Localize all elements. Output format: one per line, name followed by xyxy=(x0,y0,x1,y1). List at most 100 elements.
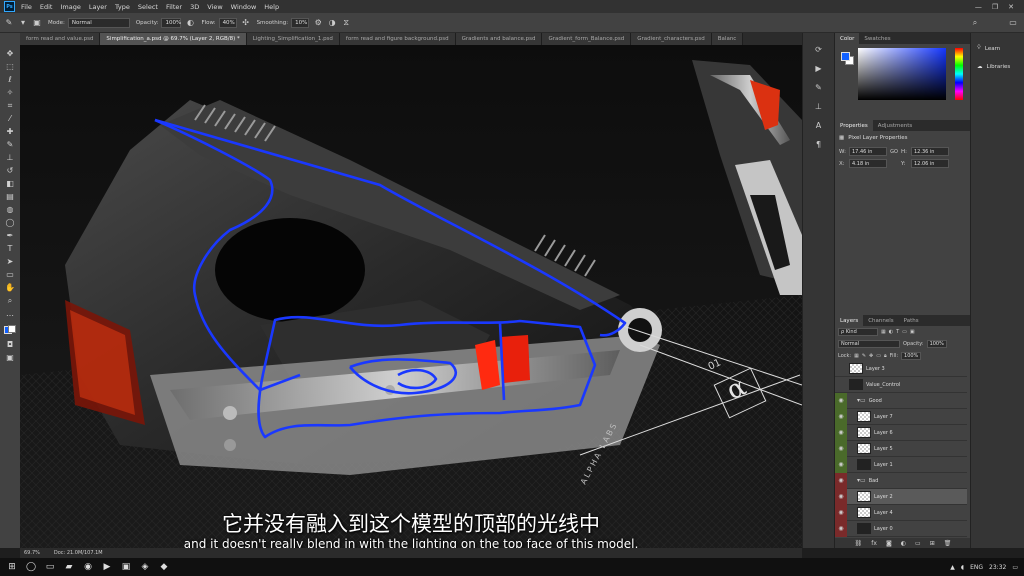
eye-icon[interactable]: ◉ xyxy=(835,408,847,425)
character-panel-icon[interactable]: A xyxy=(813,121,825,131)
add-mask-icon[interactable]: ◙ xyxy=(886,540,892,547)
blur-tool-icon[interactable]: ◍ xyxy=(4,205,16,214)
paragraph-panel-icon[interactable]: ¶ xyxy=(813,140,825,150)
marquee-tool-icon[interactable]: ⬚ xyxy=(4,62,16,71)
brush-settings-panel-icon[interactable]: ✎ xyxy=(813,83,825,93)
symmetry-icon[interactable]: ⧖ xyxy=(341,18,351,28)
volume-icon[interactable]: ◖ xyxy=(961,564,964,571)
color-picker-field[interactable] xyxy=(858,48,946,100)
tab-simplification-a[interactable]: Simplification_a.psd @ 69.7% (Layer 2, R… xyxy=(100,33,247,45)
layer-kind-filter[interactable]: ρ Kind xyxy=(838,328,878,336)
tab-form-read-figure-background[interactable]: form read and figure background.psd xyxy=(339,33,456,45)
menu-3d[interactable]: 3D xyxy=(190,3,199,11)
notifications-icon[interactable]: ▭ xyxy=(1012,564,1018,571)
crop-tool-icon[interactable]: ⌗ xyxy=(4,101,16,110)
tab-layers[interactable]: Layers xyxy=(835,315,864,326)
move-tool-icon[interactable]: ✥ xyxy=(4,49,16,58)
task-view-icon[interactable]: ▭ xyxy=(43,560,57,574)
eye-icon[interactable]: ◉ xyxy=(835,424,847,441)
delete-layer-icon[interactable]: 🗑︎ xyxy=(944,540,952,547)
y-field[interactable]: 12.06 in xyxy=(911,159,949,168)
layer-row-value-control[interactable]: Value_Control xyxy=(835,377,967,393)
tab-channels[interactable]: Channels xyxy=(863,315,898,326)
filter-adjust-icon[interactable]: ◐ xyxy=(889,329,893,335)
libraries-panel-button[interactable]: ☁ Libraries xyxy=(971,62,1024,72)
brush-preset-picker-icon[interactable]: ▾ xyxy=(18,18,28,28)
start-button-icon[interactable]: ⊞ xyxy=(5,560,19,574)
shape-tool-icon[interactable]: ▭ xyxy=(4,270,16,279)
link-dimensions-button[interactable]: GO xyxy=(889,149,899,155)
tab-form-read-and-value[interactable]: form read and value.psd xyxy=(20,33,101,45)
menu-file[interactable]: File xyxy=(21,3,32,11)
gradient-tool-icon[interactable]: ▤ xyxy=(4,192,16,201)
media-player-icon[interactable]: ▶ xyxy=(100,560,114,574)
menu-select[interactable]: Select xyxy=(138,3,158,11)
tab-gradients-and-balance[interactable]: Gradients and balance.psd xyxy=(455,33,543,45)
pressure-opacity-icon[interactable]: ◐ xyxy=(185,18,195,28)
brush-tool-icon[interactable]: ✎ xyxy=(4,140,16,149)
layer-opacity-field[interactable]: 100% xyxy=(926,340,947,348)
mode-select[interactable]: Normal xyxy=(67,17,130,28)
layer-row-layer-2[interactable]: ◉ Layer 2 xyxy=(835,488,967,505)
tab-properties[interactable]: Properties xyxy=(835,120,873,131)
lock-move-icon[interactable]: ✥ xyxy=(869,353,873,359)
lock-paint-icon[interactable]: ✎ xyxy=(862,353,866,359)
lasso-tool-icon[interactable]: ℓ xyxy=(4,75,16,84)
healing-brush-tool-icon[interactable]: ✚ xyxy=(4,127,16,136)
zoom-level[interactable]: 69.7% xyxy=(24,550,40,556)
hand-tool-icon[interactable]: ✋ xyxy=(4,283,16,292)
chrome-icon[interactable]: ◉ xyxy=(81,560,95,574)
eye-icon[interactable]: ◉ xyxy=(835,520,847,537)
smoothing-field[interactable]: 10% xyxy=(291,17,310,28)
menu-help[interactable]: Help xyxy=(264,3,279,11)
history-brush-tool-icon[interactable]: ↺ xyxy=(4,166,16,175)
eye-icon[interactable]: ◉ xyxy=(835,440,847,457)
layer-row-layer-5[interactable]: ◉ Layer 5 xyxy=(835,440,967,457)
brush-settings-icon[interactable]: ▣ xyxy=(32,18,42,28)
menu-image[interactable]: Image xyxy=(60,3,80,11)
tab-gradient-form-balance[interactable]: Gradient_form_Balance.psd xyxy=(542,33,632,45)
eye-icon[interactable]: ◉ xyxy=(835,488,847,505)
menu-view[interactable]: View xyxy=(207,3,222,11)
fill-field[interactable]: 100% xyxy=(901,352,922,360)
type-tool-icon[interactable]: T xyxy=(4,244,16,253)
lock-artboard-icon[interactable]: ▭ xyxy=(876,353,881,359)
foreground-color-chip[interactable] xyxy=(841,52,850,61)
workspace-icon[interactable]: ▭ xyxy=(1008,18,1018,28)
filter-type-icon[interactable]: T xyxy=(896,329,899,335)
filter-shape-icon[interactable]: ▭ xyxy=(902,329,907,335)
menu-filter[interactable]: Filter xyxy=(166,3,182,11)
app-icon-2[interactable]: ◆ xyxy=(157,560,171,574)
history-panel-icon[interactable]: ⟳ xyxy=(813,45,825,55)
width-field[interactable]: 17.46 in xyxy=(849,147,887,156)
dodge-tool-icon[interactable]: ◯ xyxy=(4,218,16,227)
menu-window[interactable]: Window xyxy=(231,3,257,11)
tab-color[interactable]: Color xyxy=(835,33,860,44)
layer-row-layer-1[interactable]: ◉ Layer 1 xyxy=(835,456,967,473)
maximize-button[interactable]: ❐ xyxy=(992,3,998,11)
menu-edit[interactable]: Edit xyxy=(40,3,53,11)
filter-pixel-icon[interactable]: ▦ xyxy=(881,329,886,335)
eyedropper-tool-icon[interactable]: ⁄ xyxy=(4,114,16,123)
eye-icon[interactable]: ◉ xyxy=(835,392,847,409)
tab-gradient-characters[interactable]: Gradient_characters.psd xyxy=(631,33,712,45)
x-field[interactable]: 4.18 in xyxy=(849,159,887,168)
brush-tool-icon[interactable]: ✎ xyxy=(4,18,14,28)
layer-group-good[interactable]: ◉ ▾▭ Good xyxy=(835,392,967,409)
learn-panel-button[interactable]: 💡︎ Learn xyxy=(971,43,1024,54)
menu-layer[interactable]: Layer xyxy=(89,3,107,11)
layer-row-layer-7[interactable]: ◉ Layer 7 xyxy=(835,408,967,425)
airbrush-icon[interactable]: ✣ xyxy=(241,18,251,28)
blend-mode-select[interactable]: Normal xyxy=(838,340,900,348)
screen-mode-icon[interactable]: ▣ xyxy=(4,353,16,362)
eye-icon[interactable]: ◉ xyxy=(835,504,847,521)
pressure-size-icon[interactable]: ◑ xyxy=(327,18,337,28)
new-group-icon[interactable]: ▭ xyxy=(915,540,921,547)
filter-smart-icon[interactable]: ▣ xyxy=(910,329,915,335)
clone-source-panel-icon[interactable]: ⊥ xyxy=(813,102,825,112)
hue-slider[interactable] xyxy=(955,48,963,100)
layer-group-bad[interactable]: ◉ ▾▭ Bad xyxy=(835,472,967,489)
tab-balance[interactable]: Balanc xyxy=(711,33,744,45)
clone-stamp-tool-icon[interactable]: ⊥ xyxy=(4,153,16,162)
lock-transparent-icon[interactable]: ▦ xyxy=(854,353,859,359)
